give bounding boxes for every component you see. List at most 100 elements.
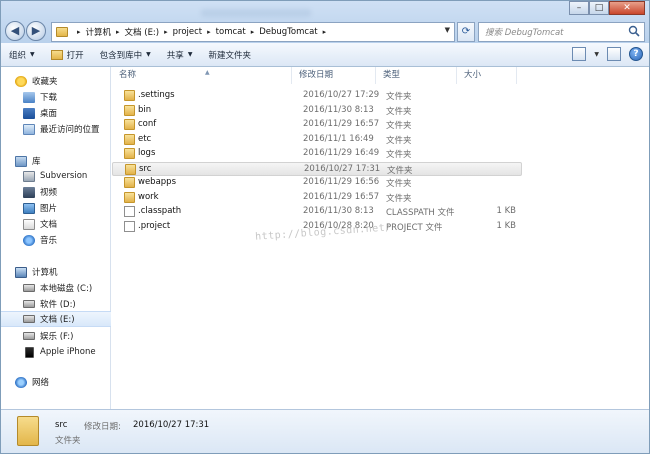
chevron-down-icon[interactable]: ▼: [445, 26, 450, 34]
nav-drive-d[interactable]: 软件 (D:): [1, 296, 111, 312]
nav-downloads[interactable]: 下载: [1, 89, 111, 105]
nav-drive-f-label: 娱乐 (F:): [40, 332, 74, 342]
column-header-type[interactable]: 类型: [376, 67, 457, 84]
nav-network[interactable]: 网络: [1, 374, 111, 390]
nav-desktop-label: 桌面: [40, 109, 58, 119]
sort-arrow-icon: ▲: [205, 69, 210, 76]
desktop-icon: [23, 107, 35, 119]
nav-iphone[interactable]: Apple iPhone: [1, 344, 111, 360]
file-type: 文件夹: [386, 135, 412, 146]
breadcrumb-computer[interactable]: 计算机: [86, 26, 112, 38]
network-icon: [15, 376, 27, 388]
file-icon: [124, 206, 135, 217]
folder-icon: [124, 133, 135, 145]
help-icon[interactable]: ?: [629, 47, 643, 61]
nav-videos-label: 视频: [40, 188, 58, 198]
file-row[interactable]: conf 2016/11/29 16:57 文件夹: [112, 118, 522, 132]
library-icon: [15, 155, 27, 167]
pictures-icon: [23, 202, 35, 214]
folder-icon: [56, 27, 68, 37]
file-row[interactable]: logs 2016/11/29 16:49 文件夹: [112, 147, 522, 161]
breadcrumb-drive-e[interactable]: 文档 (E:): [125, 26, 160, 38]
view-options-icon[interactable]: [572, 47, 587, 61]
file-date: 2016/11/29 16:49: [303, 148, 380, 158]
file-icon: [124, 220, 135, 232]
nav-drive-c[interactable]: 本地磁盘 (C:): [1, 280, 111, 296]
nav-pictures-label: 图片: [40, 204, 58, 214]
file-name: conf: [138, 119, 157, 129]
include-in-library-button[interactable]: 包含到库中 ▼: [92, 44, 159, 66]
chevron-right-icon[interactable]: ▸: [164, 28, 168, 36]
file-row[interactable]: etc 2016/11/1 16:49 文件夹: [112, 133, 522, 147]
folder-icon: [124, 90, 135, 101]
title-bar: – □ ✕ ◀ ▶ ▸ 计算机 ▸ 文档 (E:) ▸ project ▸ to…: [1, 1, 649, 43]
file-row[interactable]: .classpath 2016/11/30 8:13 CLASSPATH 文件 1 K…: [112, 205, 522, 219]
new-folder-button[interactable]: 新建文件夹: [200, 44, 259, 66]
chevron-right-icon[interactable]: ▸: [77, 28, 81, 36]
minimize-button[interactable]: –: [569, 1, 589, 15]
file-name: webapps: [138, 177, 177, 187]
preview-pane-icon[interactable]: [607, 47, 621, 61]
nav-computer[interactable]: 计算机: [1, 264, 111, 280]
back-button[interactable]: ◀: [5, 21, 25, 41]
file-name: .project: [138, 220, 171, 231]
nav-iphone-label: Apple iPhone: [40, 347, 96, 357]
search-input[interactable]: 搜索 DebugTomcat: [478, 22, 645, 42]
chevron-down-icon[interactable]: ▼: [594, 51, 599, 58]
nav-libraries-label: 库: [32, 157, 41, 167]
file-row[interactable]: .settings 2016/10/27 17:29 文件夹: [112, 89, 522, 103]
search-icon[interactable]: [628, 25, 640, 37]
breadcrumb-debugtomcat[interactable]: DebugTomcat: [259, 27, 317, 37]
file-type: 文件夹: [386, 106, 412, 117]
file-row[interactable]: src 2016/10/27 17:31 文件夹: [112, 161, 522, 176]
column-header-name[interactable]: 名称 ▲: [112, 67, 292, 84]
nav-subversion[interactable]: Subversion: [1, 168, 111, 184]
nav-favorites[interactable]: 收藏夹: [1, 73, 111, 89]
details-modified-value: 2016/10/27 17:31: [133, 420, 210, 430]
nav-downloads-label: 下载: [40, 93, 58, 103]
maximize-button[interactable]: □: [589, 1, 609, 15]
file-type: PROJECT 文件: [386, 222, 443, 233]
refresh-button[interactable]: ⟳: [457, 22, 475, 42]
chevron-right-icon[interactable]: ▸: [116, 28, 120, 36]
nav-recent[interactable]: 最近访问的位置: [1, 121, 111, 137]
column-header-date[interactable]: 修改日期: [292, 67, 376, 84]
hard-drive-icon: [23, 284, 35, 292]
file-name: bin: [138, 104, 152, 115]
file-date: 2016/10/27 17:31: [304, 163, 381, 174]
nav-drive-e[interactable]: 文档 (E:): [1, 311, 111, 327]
forward-button[interactable]: ▶: [26, 21, 46, 41]
nav-documents[interactable]: 文档: [1, 216, 111, 232]
file-row[interactable]: bin 2016/11/30 8:13 文件夹: [112, 104, 522, 118]
file-date: 2016/11/29 16:57: [303, 191, 380, 202]
file-name: src: [139, 163, 152, 174]
column-type-label: 类型: [383, 70, 401, 80]
chevron-right-icon[interactable]: ▸: [251, 28, 255, 36]
nav-pictures[interactable]: 图片: [1, 200, 111, 216]
file-type: CLASSPATH 文件: [386, 208, 455, 218]
chevron-down-icon: ▼: [146, 51, 151, 58]
share-label: 共享: [166, 50, 184, 61]
chevron-right-icon[interactable]: ▸: [323, 28, 327, 36]
nav-desktop[interactable]: 桌面: [1, 105, 111, 121]
file-row[interactable]: webapps 2016/11/29 16:56 文件夹: [112, 176, 522, 190]
nav-music[interactable]: 音乐: [1, 232, 111, 248]
chevron-right-icon[interactable]: ▸: [207, 28, 211, 36]
close-button[interactable]: ✕: [609, 1, 645, 15]
star-icon: [15, 75, 27, 87]
file-name: .classpath: [138, 206, 182, 216]
share-button[interactable]: 共享 ▼: [159, 44, 201, 66]
open-button[interactable]: 打开: [43, 44, 92, 66]
breadcrumb-tomcat[interactable]: tomcat: [216, 27, 246, 37]
file-row[interactable]: work 2016/11/29 16:57 文件夹: [112, 191, 522, 205]
organize-button[interactable]: 组织 ▼: [1, 44, 43, 66]
column-header-size[interactable]: 大小: [457, 67, 517, 84]
file-name: work: [138, 191, 159, 202]
nav-libraries[interactable]: 库: [1, 153, 111, 169]
breadcrumb-project[interactable]: project: [173, 27, 203, 37]
nav-videos[interactable]: 视频: [1, 184, 111, 200]
nav-drive-f[interactable]: 娱乐 (F:): [1, 328, 111, 344]
address-bar[interactable]: ▸ 计算机 ▸ 文档 (E:) ▸ project ▸ tomcat ▸ Deb…: [51, 22, 455, 42]
file-type: 文件夹: [387, 165, 413, 176]
music-icon: [23, 234, 35, 246]
